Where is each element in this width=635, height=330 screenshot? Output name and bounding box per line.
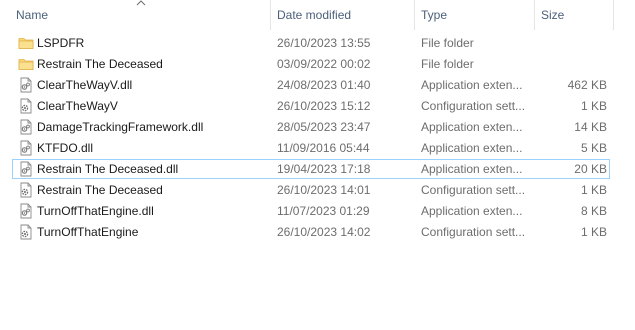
file-date-modified: 19/04/2023 17:18 — [277, 162, 371, 176]
dll-file-icon — [18, 119, 34, 135]
file-row[interactable]: Restrain The Deceased 03/09/2022 00:02 Fil… — [0, 54, 635, 75]
file-date-modified: 26/10/2023 13:55 — [277, 36, 371, 50]
file-size: 20 KB — [574, 162, 607, 176]
file-name: Restrain The Deceased.dll — [37, 162, 179, 176]
file-type: Application exten... — [421, 120, 523, 134]
dll-file-icon — [18, 203, 34, 219]
file-type: Application exten... — [421, 78, 523, 92]
config-file-icon — [18, 98, 34, 114]
file-row[interactable]: Restrain The Deceased.dll 19/04/2023 17:1… — [0, 159, 635, 180]
file-type: Application exten... — [421, 162, 523, 176]
file-type: File folder — [421, 57, 474, 71]
file-size: 8 KB — [580, 204, 607, 218]
column-divider[interactable] — [613, 0, 614, 30]
file-list: LSPDFR 26/10/2023 13:55 File folder Restrai… — [0, 33, 635, 243]
file-size — [535, 54, 607, 75]
dll-file-icon — [18, 140, 34, 156]
column-header-bar: Name Date modified Type Size — [0, 0, 635, 30]
file-row[interactable]: ClearTheWayV.dll 24/08/2023 01:40 Applicat… — [0, 75, 635, 96]
config-file-icon — [18, 224, 34, 240]
file-type: File folder — [421, 36, 474, 50]
file-type: Application exten... — [421, 204, 523, 218]
file-name: ClearTheWayV.dll — [37, 78, 133, 92]
file-row[interactable]: LSPDFR 26/10/2023 13:55 File folder — [0, 33, 635, 54]
file-date-modified: 11/09/2016 05:44 — [277, 141, 370, 155]
file-type: Application exten... — [421, 141, 523, 155]
column-header-size[interactable]: Size — [535, 0, 613, 30]
file-type: Configuration sett... — [421, 225, 526, 239]
file-type: Configuration sett... — [421, 183, 526, 197]
file-size: 5 KB — [580, 141, 607, 155]
file-row[interactable]: KTFDO.dll 11/09/2016 05:44 Application ext… — [0, 138, 635, 159]
file-row[interactable]: TurnOffThatEngine.dll 11/07/2023 01:29 App… — [0, 201, 635, 222]
file-row[interactable]: Restrain The Deceased 26/10/2023 14:01 Con… — [0, 180, 635, 201]
file-name: TurnOffThatEngine — [37, 225, 139, 239]
dll-file-icon — [18, 161, 34, 177]
file-size: 1 KB — [580, 99, 607, 113]
file-date-modified: 26/10/2023 14:01 — [277, 183, 371, 197]
file-size: 462 KB — [567, 78, 607, 92]
file-type: Configuration sett... — [421, 99, 526, 113]
column-header-date-modified[interactable]: Date modified — [271, 0, 414, 30]
file-row[interactable]: TurnOffThatEngine 26/10/2023 14:02 Configu… — [0, 222, 635, 243]
file-name: KTFDO.dll — [37, 141, 94, 155]
file-name: Restrain The Deceased — [37, 57, 163, 71]
folder-icon — [18, 56, 34, 72]
file-name: ClearTheWayV — [37, 99, 118, 113]
file-name: LSPDFR — [37, 36, 85, 50]
file-name: TurnOffThatEngine.dll — [37, 204, 154, 218]
file-name: DamageTrackingFramework.dll — [37, 120, 204, 134]
dll-file-icon — [18, 77, 34, 93]
file-name: Restrain The Deceased — [37, 183, 163, 197]
file-size: 14 KB — [574, 120, 607, 134]
column-header-type[interactable]: Type — [415, 0, 533, 30]
file-date-modified: 03/09/2022 00:02 — [277, 57, 371, 71]
file-size — [535, 33, 607, 54]
file-date-modified: 26/10/2023 15:12 — [277, 99, 371, 113]
file-row[interactable]: DamageTrackingFramework.dll 28/05/2023 23… — [0, 117, 635, 138]
file-size: 1 KB — [580, 183, 607, 197]
file-size: 1 KB — [580, 225, 607, 239]
column-header-name[interactable]: Name — [10, 0, 268, 30]
file-row[interactable]: ClearTheWayV 26/10/2023 15:12 Configuratio… — [0, 96, 635, 117]
file-date-modified: 26/10/2023 14:02 — [277, 225, 371, 239]
file-date-modified: 28/05/2023 23:47 — [277, 120, 371, 134]
file-date-modified: 24/08/2023 01:40 — [277, 78, 371, 92]
folder-icon — [18, 35, 34, 51]
config-file-icon — [18, 182, 34, 198]
file-date-modified: 11/07/2023 01:29 — [277, 204, 370, 218]
